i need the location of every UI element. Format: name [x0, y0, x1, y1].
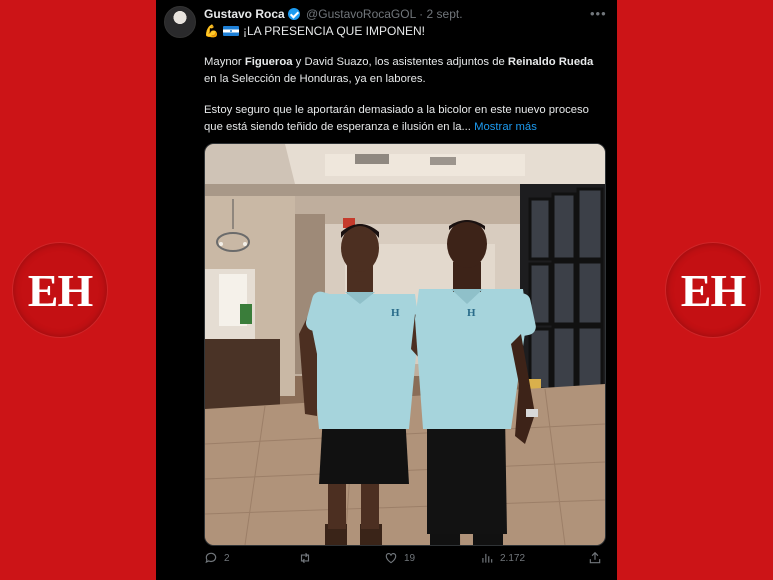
views-chart-icon [482, 553, 493, 563]
retweet-button[interactable] [298, 551, 318, 565]
reply-count: 2 [224, 552, 230, 564]
like-button[interactable]: 19 [384, 551, 415, 565]
tweet-actions: 2 19 2.172 [204, 551, 604, 571]
share-icon [589, 551, 601, 564]
share-button[interactable] [588, 551, 602, 565]
more-icon[interactable]: ••• [590, 6, 607, 21]
tweet-paragraph-1: Maynor Figueroa y David Suazo, los asist… [204, 56, 594, 85]
eh-logo-right: EH [666, 243, 760, 337]
author-name[interactable]: Gustavo Roca [204, 7, 285, 21]
views-button[interactable]: 2.172 [480, 551, 525, 565]
verified-badge-icon [287, 8, 300, 20]
tweet-card: Gustavo Roca @GustavoRocaGOL · 2 sept. •… [156, 0, 617, 580]
flexed-biceps-icon: 💪 [204, 24, 219, 38]
separator-dot: · [419, 7, 424, 21]
honduras-flag-icon [222, 26, 239, 36]
avatar[interactable] [164, 6, 196, 38]
tweet-header: Gustavo Roca @GustavoRocaGOL · 2 sept. [204, 7, 604, 23]
tweet-headline-line: 💪 ¡LA PRESENCIA QUE IMPONEN! [204, 24, 425, 38]
photo-two-men-in-lobby: H H [205, 144, 605, 545]
heart-icon [385, 553, 397, 564]
svg-text:H: H [391, 307, 400, 319]
eh-logo-left: EH [13, 243, 107, 337]
svg-text:H: H [467, 307, 476, 319]
tweet-headline: ¡LA PRESENCIA QUE IMPONEN! [242, 24, 425, 38]
author-handle[interactable]: @GustavoRocaGOL [306, 7, 416, 21]
views-count: 2.172 [500, 552, 526, 564]
tweet-photo[interactable]: H H [204, 143, 606, 546]
show-more-link[interactable]: Mostrar más [474, 121, 537, 133]
tweet-paragraph-2: Estoy seguro que le aportarán demasiado … [204, 104, 589, 133]
tweet-date[interactable]: 2 sept. [427, 7, 463, 21]
reply-button[interactable]: 2 [204, 551, 230, 565]
like-count: 19 [404, 552, 416, 564]
tweet-body: Maynor Figueroa y David Suazo, los asist… [204, 54, 604, 150]
retweet-icon [300, 552, 310, 564]
reply-icon [205, 552, 217, 564]
